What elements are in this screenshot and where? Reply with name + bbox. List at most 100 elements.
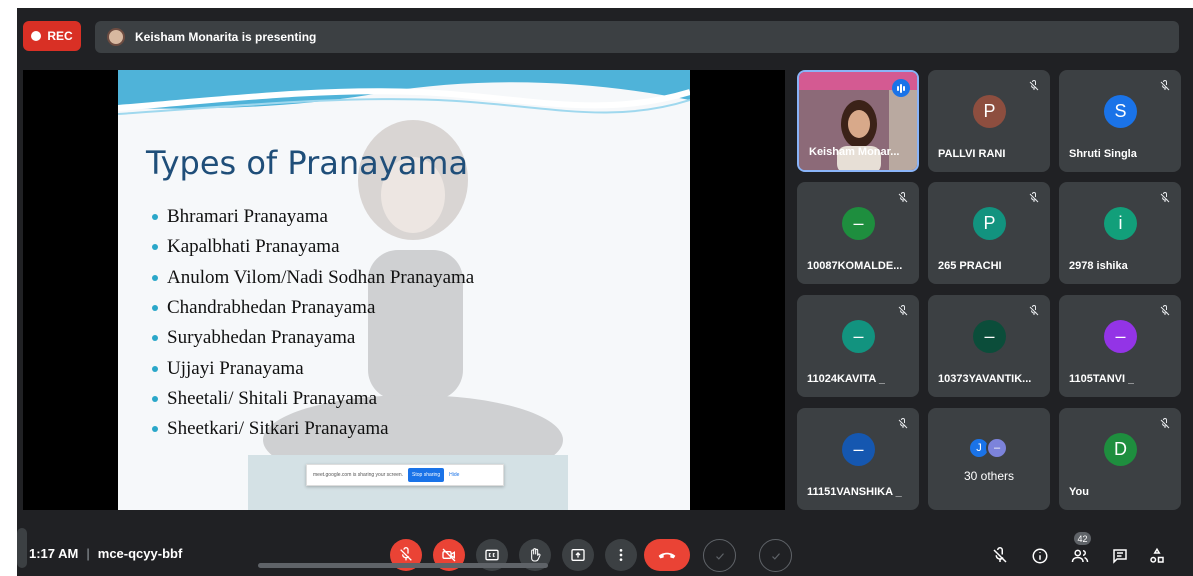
participant-avatar: – (1104, 320, 1137, 353)
participant-tile[interactable]: P PALLVI RANI (928, 70, 1050, 172)
presenting-text: Keisham Monarita is presenting (135, 30, 317, 44)
mic-off-icon (1029, 192, 1039, 203)
record-dot-icon (31, 31, 42, 41)
mic-off-icon (400, 547, 412, 561)
people-button[interactable] (1069, 545, 1091, 567)
hide-notice-button[interactable]: Hide (449, 472, 459, 478)
mic-off-icon (1029, 80, 1039, 91)
more-options-icon (619, 549, 623, 561)
participant-name: 265 PRACHI (938, 260, 1002, 272)
slide-bullet: Sheetkari/ Sitkari Pranayama (152, 414, 474, 444)
mute-all-button[interactable] (989, 545, 1011, 567)
other-participant-avatar: – (986, 437, 1008, 459)
participant-name: 2978 ishika (1069, 260, 1128, 272)
others-tile[interactable]: J – 30 others (928, 408, 1050, 510)
raise-hand-icon (531, 548, 541, 562)
participant-name: 11151VANSHIKA _ (807, 486, 902, 498)
participant-avatar: D (1104, 433, 1137, 466)
participant-avatar: – (842, 320, 875, 353)
speaking-indicator-icon (892, 79, 910, 97)
slide-bullet-list: Bhramari Pranayama Kapalbhati Pranayama … (152, 202, 474, 444)
slide-bullet: Anulom Vilom/Nadi Sodhan Pranayama (152, 263, 474, 293)
people-count-badge: 42 (1074, 532, 1091, 545)
current-time: 1:17 AM (29, 546, 79, 561)
mic-off-icon (1160, 192, 1170, 203)
present-icon (571, 549, 585, 561)
stop-sharing-button[interactable]: Stop sharing (408, 468, 445, 482)
participant-tile[interactable]: S Shruti Singla (1059, 70, 1181, 172)
participant-tile[interactable]: – 1105TANVI _ (1059, 295, 1181, 397)
share-notice-text: meet.google.com is sharing your screen. (313, 472, 404, 478)
leave-call-button[interactable] (644, 539, 690, 571)
captions-icon (485, 549, 499, 561)
empty-slot-button[interactable] (703, 539, 736, 572)
people-icon (1071, 549, 1089, 563)
participant-tile[interactable]: – 11024KAVITA _ (797, 295, 919, 397)
participant-avatar: – (973, 320, 1006, 353)
check-icon (715, 552, 724, 560)
participant-tile[interactable]: i 2978 ishika (1059, 182, 1181, 284)
slide-bullet: Sheetali/ Shitali Pranayama (152, 384, 474, 414)
participant-tile-presenter[interactable]: Keisham Monar... (797, 70, 919, 172)
slide-bullet: Chandrabhedan Pranayama (152, 293, 474, 323)
meet-window: REC Keisham Monarita is presenting Types… (17, 8, 1193, 576)
participant-tile[interactable]: P 265 PRACHI (928, 182, 1050, 284)
mic-off-icon (898, 418, 908, 429)
participant-name: 11024KAVITA _ (807, 373, 886, 385)
slide-bullet: Bhramari Pranayama (152, 202, 474, 232)
participant-tile[interactable]: – 11151VANSHIKA _ (797, 408, 919, 510)
mic-off-icon (993, 547, 1007, 563)
mic-off-icon (898, 305, 908, 316)
screen-share-notice: meet.google.com is sharing your screen. … (306, 464, 504, 486)
presentation-stage: Types of Pranayama Bhramari Pranayama Ka… (23, 70, 785, 510)
self-tile[interactable]: D You (1059, 408, 1181, 510)
slide-bullet: Suryabhedan Pranayama (152, 323, 474, 353)
participant-name: PALLVI RANI (938, 148, 1006, 160)
slide-bullet: Kapalbhati Pranayama (152, 232, 474, 262)
participant-avatar: – (842, 207, 875, 240)
presenting-banner: Keisham Monarita is presenting (95, 21, 1179, 53)
mic-off-icon (1160, 80, 1170, 91)
participant-avatar: S (1104, 95, 1137, 128)
chat-icon (1113, 549, 1127, 564)
mic-off-icon (898, 192, 908, 203)
check-icon (771, 552, 780, 560)
mic-off-icon (1160, 418, 1170, 429)
shared-slide: Types of Pranayama Bhramari Pranayama Ka… (118, 70, 690, 510)
recording-indicator[interactable]: REC (23, 21, 81, 51)
more-options-button[interactable] (605, 539, 637, 571)
activities-icon (1150, 547, 1164, 563)
top-bar: REC Keisham Monarita is presenting (17, 8, 1193, 61)
horizontal-scrollbar[interactable] (258, 563, 548, 568)
present-now-button[interactable] (562, 539, 594, 571)
participant-tile[interactable]: – 10373YAVANTIK... (928, 295, 1050, 397)
others-label: 30 others (963, 469, 1015, 483)
participant-name: Keisham Monar... (809, 146, 900, 158)
participant-name: You (1069, 486, 1089, 498)
slide-bullet: Ujjayi Pranayama (152, 353, 474, 383)
presenter-avatar (107, 28, 125, 46)
meeting-info: 1:17 AM | mce-qcyy-bbf (29, 546, 182, 561)
participant-name: 10087KOMALDE... (807, 260, 903, 272)
activities-button[interactable] (1146, 545, 1168, 567)
slide-title: Types of Pranayama (146, 144, 469, 182)
participant-tile[interactable]: – 10087KOMALDE... (797, 182, 919, 284)
participant-avatar: P (973, 95, 1006, 128)
info-icon (1032, 548, 1048, 564)
meeting-code: mce-qcyy-bbf (97, 546, 183, 561)
participant-avatar: i (1104, 207, 1137, 240)
bottom-bar: 1:17 AM | mce-qcyy-bbf 42 (17, 518, 1193, 576)
chat-button[interactable] (1109, 545, 1131, 567)
camera-off-icon (442, 548, 456, 562)
end-call-icon (658, 552, 676, 559)
participant-avatar: P (973, 207, 1006, 240)
mic-off-icon (1029, 305, 1039, 316)
empty-slot-button[interactable] (759, 539, 792, 572)
participant-avatar: – (842, 433, 875, 466)
participant-name: 1105TANVI _ (1069, 373, 1135, 385)
meeting-details-button[interactable] (1029, 545, 1051, 567)
participant-name: 10373YAVANTIK... (938, 373, 1032, 385)
participant-name: Shruti Singla (1069, 148, 1137, 160)
side-panel-handle[interactable] (17, 528, 27, 568)
rec-label: REC (47, 29, 73, 43)
